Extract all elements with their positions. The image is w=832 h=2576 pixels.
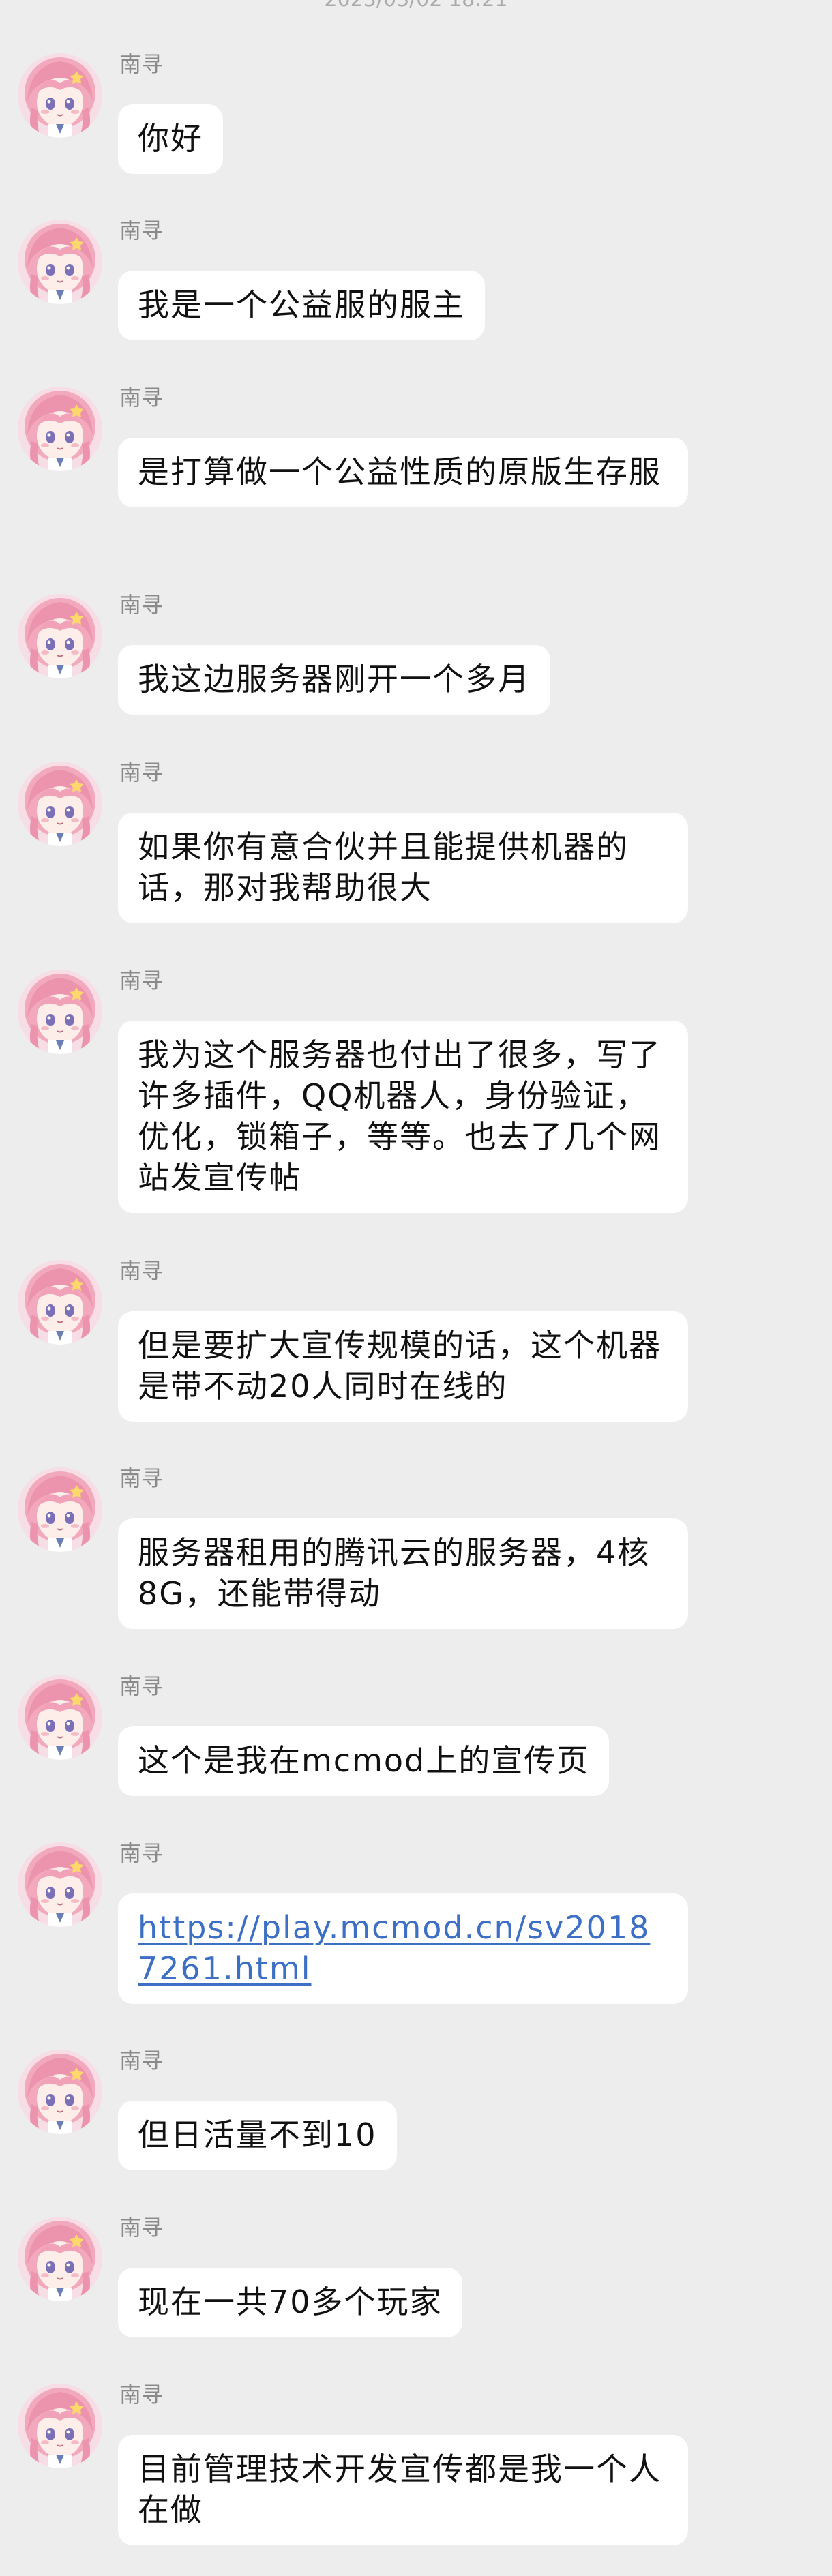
- message-bubble[interactable]: 我这边服务器刚开一个多月: [118, 645, 550, 715]
- message-bubble: https://play.mcmod.cn/sv20187261.html: [118, 1893, 688, 2004]
- avatar[interactable]: [18, 1842, 102, 1927]
- avatar[interactable]: [18, 387, 102, 471]
- avatar[interactable]: [18, 53, 102, 138]
- chat-window: 2023/03/02 18:21 南寻 你好 南寻 我是一个公益服的服主: [0, 0, 832, 2576]
- message-bubble[interactable]: 你好: [118, 104, 223, 174]
- message-bubble[interactable]: 是打算做一个公益性质的原版生存服: [118, 438, 688, 507]
- anime-girl-avatar-icon: [18, 387, 102, 471]
- sender-name: 南寻: [119, 2382, 164, 2408]
- message-bubble[interactable]: 但是要扩大宣传规模的话，这个机器是带不动20人同时在线的: [118, 1311, 688, 1422]
- anime-girl-avatar-icon: [18, 762, 102, 846]
- sender-name: 南寻: [119, 592, 164, 618]
- message-bubble[interactable]: 目前管理技术开发宣传都是我一个人在做: [118, 2435, 688, 2545]
- avatar[interactable]: [18, 762, 102, 846]
- sender-name: 南寻: [119, 1840, 164, 1866]
- message-link[interactable]: https://play.mcmod.cn/sv20187261.html: [138, 1909, 650, 1987]
- message-bubble[interactable]: 服务器租用的腾讯云的服务器，4核8G，还能带得动: [118, 1518, 688, 1629]
- anime-girl-avatar-icon: [18, 220, 102, 304]
- avatar[interactable]: [18, 2217, 102, 2301]
- avatar[interactable]: [18, 1675, 102, 1760]
- avatar[interactable]: [18, 1467, 102, 1552]
- avatar[interactable]: [18, 970, 102, 1054]
- anime-girl-avatar-icon: [18, 1467, 102, 1552]
- message-bubble[interactable]: 我为这个服务器也付出了很多，写了许多插件，QQ机器人，身份验证，优化，锁箱子，等…: [118, 1021, 688, 1213]
- anime-girl-avatar-icon: [18, 53, 102, 138]
- anime-girl-avatar-icon: [18, 2384, 102, 2468]
- avatar[interactable]: [18, 1260, 102, 1345]
- sender-name: 南寻: [119, 1258, 164, 1284]
- message-timestamp: 2023/03/02 18:21: [0, 0, 832, 12]
- sender-name: 南寻: [119, 51, 164, 77]
- avatar[interactable]: [18, 2384, 102, 2468]
- sender-name: 南寻: [119, 385, 164, 410]
- avatar[interactable]: [18, 594, 102, 678]
- message-bubble[interactable]: 这个是我在mcmod上的宣传页: [118, 1726, 610, 1796]
- anime-girl-avatar-icon: [18, 2050, 102, 2134]
- avatar[interactable]: [18, 220, 102, 304]
- anime-girl-avatar-icon: [18, 594, 102, 678]
- sender-name: 南寻: [119, 2215, 164, 2241]
- message-bubble[interactable]: 我是一个公益服的服主: [118, 271, 485, 340]
- anime-girl-avatar-icon: [18, 1260, 102, 1345]
- sender-name: 南寻: [119, 218, 164, 243]
- sender-name: 南寻: [119, 760, 164, 785]
- avatar[interactable]: [18, 2050, 102, 2134]
- message-bubble[interactable]: 如果你有意合伙并且能提供机器的话，那对我帮助很大: [118, 813, 688, 923]
- sender-name: 南寻: [119, 1465, 164, 1491]
- sender-name: 南寻: [119, 2048, 164, 2073]
- message-bubble[interactable]: 现在一共70多个玩家: [118, 2268, 462, 2337]
- sender-name: 南寻: [119, 968, 164, 993]
- message-bubble[interactable]: 但日活量不到10: [118, 2101, 397, 2170]
- sender-name: 南寻: [119, 1673, 164, 1699]
- anime-girl-avatar-icon: [18, 1842, 102, 1927]
- anime-girl-avatar-icon: [18, 1675, 102, 1760]
- anime-girl-avatar-icon: [18, 970, 102, 1054]
- anime-girl-avatar-icon: [18, 2217, 102, 2301]
